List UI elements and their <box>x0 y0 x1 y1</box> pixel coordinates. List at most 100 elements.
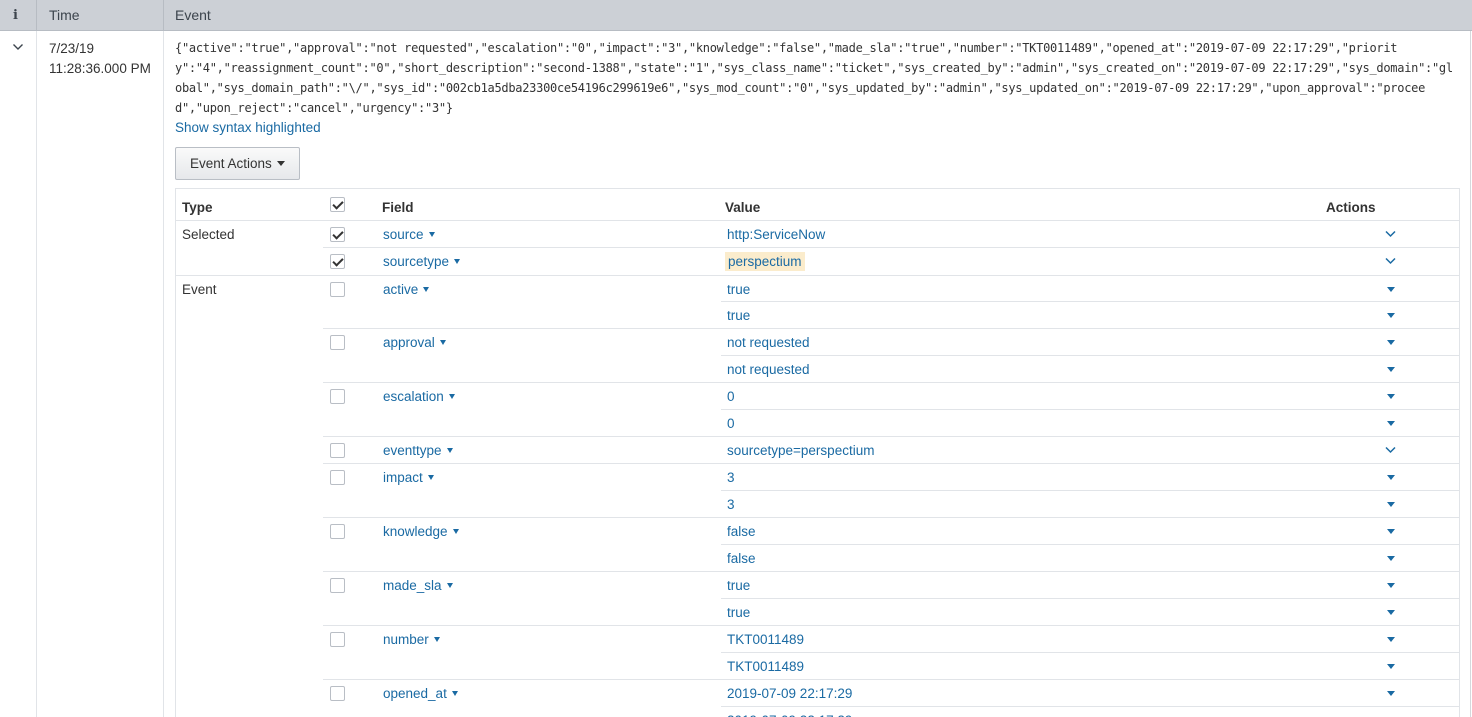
caret-down-icon <box>446 583 453 588</box>
caret-down-icon[interactable] <box>1384 383 1398 410</box>
field-value-link[interactable]: true <box>727 572 750 599</box>
raw-event-text: {"active":"true","approval":"not request… <box>175 41 1453 115</box>
chevron-down-icon[interactable] <box>1384 221 1398 248</box>
field-value-link[interactable]: 0 <box>727 410 735 437</box>
caret-down-icon[interactable] <box>1384 329 1398 356</box>
field-name-dropdown[interactable]: escalation <box>383 383 455 410</box>
caret-down-icon[interactable] <box>1384 653 1398 680</box>
field-name: knowledge <box>383 524 448 539</box>
field-value-link[interactable]: perspectium <box>725 252 805 271</box>
value-cell: 3 <box>721 490 1460 518</box>
time-column-header[interactable]: Time <box>49 0 80 31</box>
field-name-dropdown[interactable]: source <box>383 221 435 248</box>
event-actions-button[interactable]: Event Actions <box>175 147 300 180</box>
value-header: Value <box>725 200 761 215</box>
fields-table: Type Field Value Actions Selected source h… <box>175 188 1460 717</box>
field-select-checkbox[interactable] <box>330 389 345 404</box>
field-row: escalation 0 <box>176 382 1460 410</box>
field-name-dropdown[interactable]: sourcetype <box>383 248 461 275</box>
field-name-dropdown[interactable]: impact <box>383 464 434 491</box>
chevron-down-icon[interactable] <box>1384 437 1398 464</box>
field-name-dropdown[interactable]: number <box>383 626 440 653</box>
caret-down-icon <box>448 394 455 399</box>
field-value-link[interactable]: 3 <box>727 464 735 491</box>
caret-down-icon[interactable] <box>1384 491 1398 518</box>
field-select-checkbox[interactable] <box>330 470 345 485</box>
caret-down-icon[interactable] <box>1384 545 1398 572</box>
caret-down-icon[interactable] <box>1384 599 1398 626</box>
chevron-down-icon[interactable] <box>1384 248 1398 275</box>
caret-down-icon[interactable] <box>1384 626 1398 653</box>
field-select-checkbox[interactable] <box>330 686 345 701</box>
right-border <box>1470 31 1471 717</box>
caret-down-icon[interactable] <box>1384 356 1398 383</box>
field-value-link[interactable]: TKT0011489 <box>727 626 804 653</box>
show-syntax-highlighted-link[interactable]: Show syntax highlighted <box>175 118 321 138</box>
field-name: sourcetype <box>383 254 450 269</box>
field-name-dropdown[interactable]: eventtype <box>383 437 453 464</box>
caret-down-icon[interactable] <box>1384 680 1398 707</box>
field-row: knowledge false <box>176 517 1460 545</box>
field-name-dropdown[interactable]: knowledge <box>383 518 459 545</box>
field-select-checkbox[interactable] <box>330 578 345 593</box>
caret-down-icon[interactable] <box>1384 410 1398 437</box>
field-name: eventtype <box>383 443 442 458</box>
select-all-checkbox[interactable] <box>330 197 345 212</box>
caret-down-icon[interactable] <box>1384 302 1398 329</box>
field-row: sourcetype perspectium <box>176 247 1460 275</box>
value-cell: not requested <box>721 329 1460 356</box>
caret-down-icon <box>427 475 434 480</box>
field-select-checkbox[interactable] <box>330 227 345 242</box>
field-value-link[interactable]: 0 <box>727 383 735 410</box>
field-row: eventtype sourcetype=perspectium <box>176 436 1460 464</box>
field-select-checkbox[interactable] <box>330 254 345 269</box>
value-cell: 3 <box>721 464 1460 491</box>
field-value-link[interactable]: false <box>727 518 756 545</box>
value-cell: http:ServiceNow <box>721 221 1460 248</box>
field-type-label: Event <box>182 282 217 297</box>
event-time: 11:28:36.000 PM <box>49 61 151 76</box>
value-cell: true <box>721 572 1460 599</box>
field-value-link[interactable]: 2019-07-09 22:17:29 <box>727 680 852 707</box>
field-select-checkbox[interactable] <box>330 335 345 350</box>
collapse-chevron-icon[interactable] <box>12 41 24 53</box>
field-value-link[interactable]: true <box>727 276 750 303</box>
field-value-link[interactable]: not requested <box>727 356 810 383</box>
caret-down-icon[interactable] <box>1384 572 1398 599</box>
caret-down-icon[interactable] <box>1384 518 1398 545</box>
value-cell: false <box>721 518 1460 545</box>
column-divider <box>36 31 37 717</box>
field-name-dropdown[interactable]: made_sla <box>383 572 453 599</box>
info-icon[interactable]: i <box>13 0 18 31</box>
field-value-link[interactable]: 3 <box>727 491 735 518</box>
caret-down-icon <box>452 529 459 534</box>
event-column-header[interactable]: Event <box>175 0 211 31</box>
field-select-checkbox[interactable] <box>330 282 345 297</box>
caret-down-icon[interactable] <box>1384 707 1398 717</box>
field-name-dropdown[interactable]: approval <box>383 329 446 356</box>
field-name-dropdown[interactable]: active <box>383 276 430 303</box>
field-name-dropdown[interactable]: opened_at <box>383 680 458 707</box>
field-value-link[interactable]: true <box>727 599 750 626</box>
field-value-link[interactable]: sourcetype=perspectium <box>727 437 874 464</box>
field-select-checkbox[interactable] <box>330 443 345 458</box>
value-cell: sourcetype=perspectium <box>721 437 1460 464</box>
value-cell: true <box>721 276 1460 303</box>
field-value-link[interactable]: TKT0011489 <box>727 653 804 680</box>
caret-down-icon[interactable] <box>1384 464 1398 491</box>
caret-down-icon <box>423 287 430 292</box>
row-divider <box>721 355 1460 356</box>
field-header: Field <box>382 200 414 215</box>
field-select-checkbox[interactable] <box>330 524 345 539</box>
field-value-link[interactable]: not requested <box>727 329 810 356</box>
caret-down-icon <box>454 259 461 264</box>
event-actions-label: Event Actions <box>190 156 272 171</box>
field-value-link[interactable]: true <box>727 302 750 329</box>
field-value-link[interactable]: http:ServiceNow <box>727 221 825 248</box>
caret-down-icon[interactable] <box>1384 276 1398 303</box>
field-value-link[interactable]: false <box>727 545 756 572</box>
field-select-checkbox[interactable] <box>330 632 345 647</box>
field-value-link[interactable]: 2019-07-09 22:17:29 <box>727 707 852 717</box>
field-name: source <box>383 227 424 242</box>
value-cell: false <box>721 544 1460 572</box>
